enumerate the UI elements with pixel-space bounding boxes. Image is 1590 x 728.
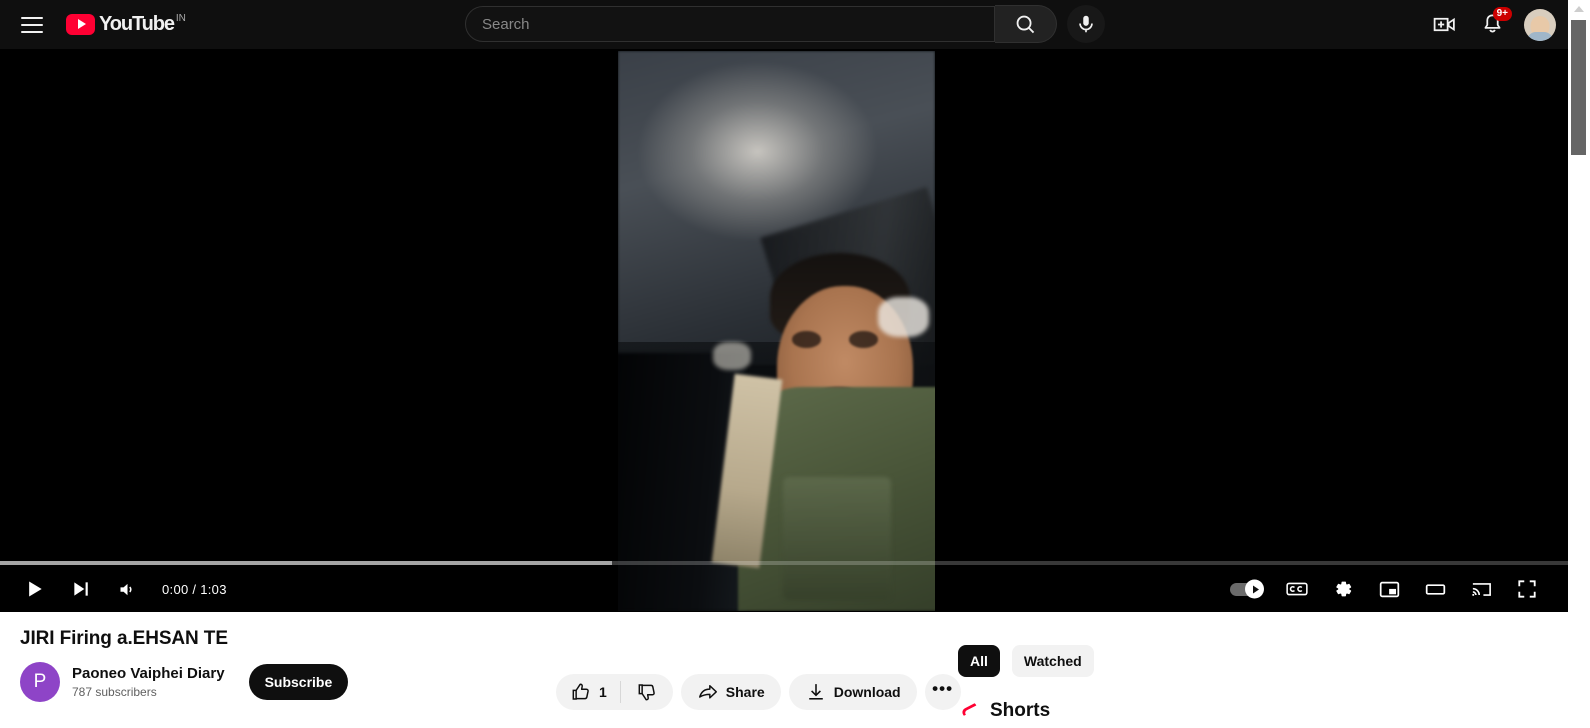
download-icon: [808, 684, 823, 700]
play-button[interactable]: [12, 566, 58, 612]
like-button[interactable]: 1: [556, 674, 620, 710]
scroll-up-arrow-icon[interactable]: [1568, 0, 1590, 18]
chip-all[interactable]: All: [958, 645, 1000, 677]
cast-icon: [1471, 582, 1491, 596]
chip-watched[interactable]: Watched: [1011, 645, 1094, 677]
miniplayer-icon: [1379, 581, 1399, 597]
thumbs-down-icon: [638, 684, 655, 701]
download-button[interactable]: Download: [788, 674, 917, 710]
like-dislike-group: 1: [556, 674, 673, 710]
cast-button[interactable]: [1458, 566, 1504, 612]
autoplay-toggle[interactable]: [1230, 579, 1268, 599]
theater-mode-button[interactable]: [1412, 566, 1458, 612]
page-title: JIRI Firing a.EHSAN TE: [20, 628, 228, 649]
voice-search-button[interactable]: [1067, 5, 1105, 43]
guide-menu-button[interactable]: [12, 5, 52, 45]
avatar-image-body: [1527, 31, 1553, 41]
download-label: Download: [833, 684, 901, 700]
shorts-section-title: Shorts: [990, 700, 1051, 721]
fullscreen-button[interactable]: [1504, 566, 1550, 612]
subtitles-button[interactable]: [1274, 566, 1320, 612]
subscriber-count: 787 subscribers: [72, 684, 157, 699]
search-icon: [1016, 15, 1035, 33]
search-input[interactable]: [482, 15, 994, 33]
shorts-section-header: Shorts: [958, 699, 1388, 723]
share-label: Share: [725, 684, 765, 700]
search-button[interactable]: [995, 5, 1057, 43]
masthead-right-controls: 9+: [1420, 0, 1560, 49]
progress-buffered: [0, 561, 612, 565]
hamburger-menu-icon: [21, 12, 43, 38]
youtube-logo[interactable]: YouTube IN: [66, 13, 186, 37]
like-count: 1: [599, 684, 607, 700]
channel-name[interactable]: Paoneo Vaiphei Diary: [72, 664, 225, 684]
search-area: [465, 5, 1105, 43]
notifications-button[interactable]: 9+: [1472, 5, 1512, 45]
country-code: IN: [175, 12, 186, 24]
share-icon: [698, 685, 717, 699]
theater-mode-icon: [1425, 583, 1445, 595]
channel-meta: Paoneo Vaiphei Diary 787 subscribers: [72, 664, 225, 701]
youtube-wordmark: YouTube: [99, 12, 175, 35]
dislike-button[interactable]: [621, 674, 673, 710]
more-actions-button[interactable]: •••: [924, 674, 961, 710]
video-frame: [618, 51, 935, 611]
time-display: 0:00 / 1:03: [162, 581, 227, 597]
player-controls-right: [1230, 566, 1568, 612]
scroll-thumb[interactable]: [1571, 20, 1586, 155]
settings-button[interactable]: [1320, 566, 1366, 612]
fullscreen-icon: [1518, 580, 1536, 598]
next-video-icon: [74, 582, 88, 596]
gear-icon: [1336, 581, 1352, 597]
shorts-logo-icon: [958, 699, 982, 723]
miniplayer-button[interactable]: [1366, 566, 1412, 612]
volume-button[interactable]: [104, 566, 150, 612]
share-button[interactable]: Share: [680, 674, 781, 710]
next-video-button[interactable]: [58, 566, 104, 612]
below-player-content: JIRI Firing a.EHSAN TE P Paoneo Vaiphei …: [0, 612, 1568, 727]
microphone-icon: [1079, 15, 1093, 33]
youtube-play-icon: [66, 13, 95, 35]
subscribe-button[interactable]: Subscribe: [248, 664, 349, 700]
search-box[interactable]: [465, 6, 995, 42]
avatar[interactable]: [1524, 8, 1556, 41]
notifications-badge: 9+: [1492, 6, 1512, 21]
volume-icon: [120, 583, 132, 595]
masthead: YouTube IN Search 9+: [0, 0, 1568, 49]
create-video-icon: [1433, 17, 1455, 32]
player-controls: 0:00 / 1:03: [0, 566, 1568, 612]
channel-avatar[interactable]: P: [20, 662, 60, 702]
play-icon: [29, 581, 42, 597]
filter-chips: All Watched: [958, 645, 1388, 677]
video-actions: 1 Share Download •••: [556, 674, 961, 710]
closed-captions-icon: [1286, 582, 1308, 596]
video-player[interactable]: 0:00 / 1:03: [0, 49, 1568, 612]
secondary-column: All Watched Shorts: [958, 612, 1388, 723]
create-video-button[interactable]: [1424, 5, 1464, 45]
page-scrollbar[interactable]: [1568, 0, 1590, 727]
player-controls-left: 0:00 / 1:03: [0, 566, 227, 612]
thumbs-up-icon: [572, 683, 589, 700]
